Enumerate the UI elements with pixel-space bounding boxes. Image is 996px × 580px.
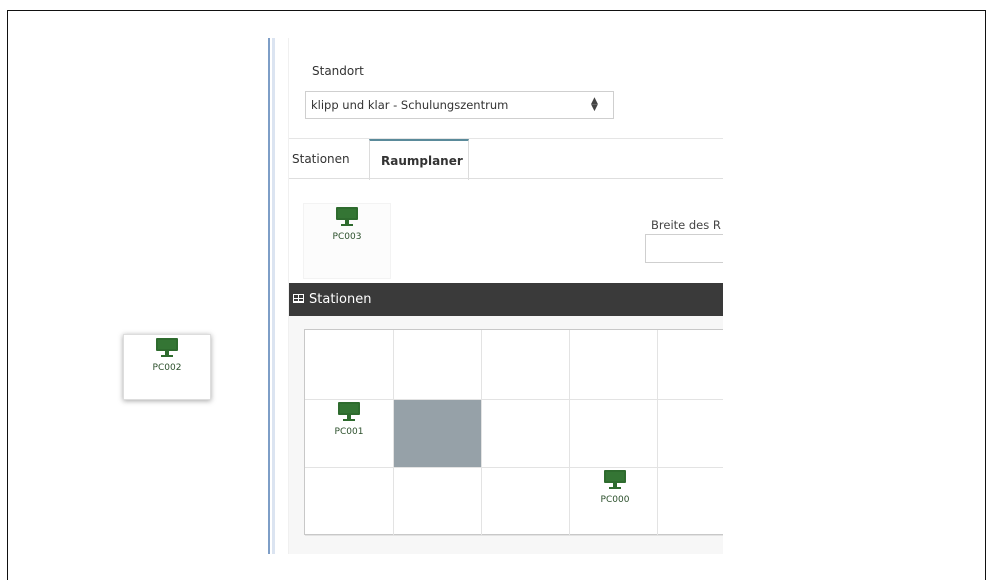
stationen-section-header: Stationen	[289, 283, 723, 316]
grid-cell[interactable]	[394, 468, 482, 536]
room-planner-panel: Standort klipp und klar - Schulungszentr…	[288, 38, 723, 554]
grid-cell[interactable]	[305, 468, 394, 536]
station-label: PC001	[334, 427, 364, 437]
room-grid-area: PC001 PC000	[289, 316, 723, 554]
grid-cell[interactable]	[482, 468, 570, 536]
palette-station-pc003[interactable]: PC003	[304, 206, 390, 242]
section-title: Stationen	[309, 292, 372, 307]
station-label: PC000	[600, 495, 630, 505]
dragged-station-card-pc002[interactable]: PC002	[123, 334, 211, 400]
monitor-icon	[156, 338, 178, 357]
station-label: PC002	[152, 363, 182, 373]
grid-cell[interactable]	[482, 400, 570, 468]
monitor-icon	[604, 470, 626, 489]
grid-station-pc001[interactable]: PC001	[327, 401, 371, 437]
tabbar-bottom-divider	[289, 178, 723, 179]
standort-select[interactable]: klipp und klar - Schulungszentrum ▲ ▼	[305, 91, 614, 119]
standort-selected-value: klipp und klar - Schulungszentrum	[311, 98, 509, 112]
station-palette: PC003	[303, 203, 391, 279]
tab-raumplaner[interactable]: Raumplaner	[369, 139, 469, 180]
standort-label: Standort	[312, 64, 364, 78]
breite-input[interactable]	[645, 234, 723, 263]
tab-stationen[interactable]: Stationen	[289, 139, 369, 179]
grid-cell[interactable]	[482, 330, 570, 400]
palette-station-label: PC003	[332, 232, 362, 242]
monitor-icon	[336, 207, 358, 226]
sidebar-accent-line	[268, 38, 270, 554]
grid-cell[interactable]	[658, 468, 723, 536]
sort-caret-icon: ▲ ▼	[591, 96, 598, 113]
grid-station-pc000[interactable]: PC000	[593, 469, 637, 505]
grid-cell[interactable]	[658, 400, 723, 468]
grid-cell[interactable]	[394, 330, 482, 400]
grid-cell[interactable]	[658, 330, 723, 400]
grid-cell[interactable]	[570, 400, 658, 468]
room-grid[interactable]: PC001 PC000	[304, 329, 723, 536]
monitor-icon	[338, 402, 360, 421]
breite-label: Breite des R	[651, 218, 721, 232]
sidebar-accent-strip	[272, 38, 275, 554]
grid-cell-drop-target[interactable]	[394, 400, 482, 468]
grid-station-pc002[interactable]: PC002	[124, 337, 210, 373]
grid-cell[interactable]	[570, 330, 658, 400]
table-grid-icon	[293, 294, 304, 303]
grid-cell[interactable]	[305, 330, 394, 400]
